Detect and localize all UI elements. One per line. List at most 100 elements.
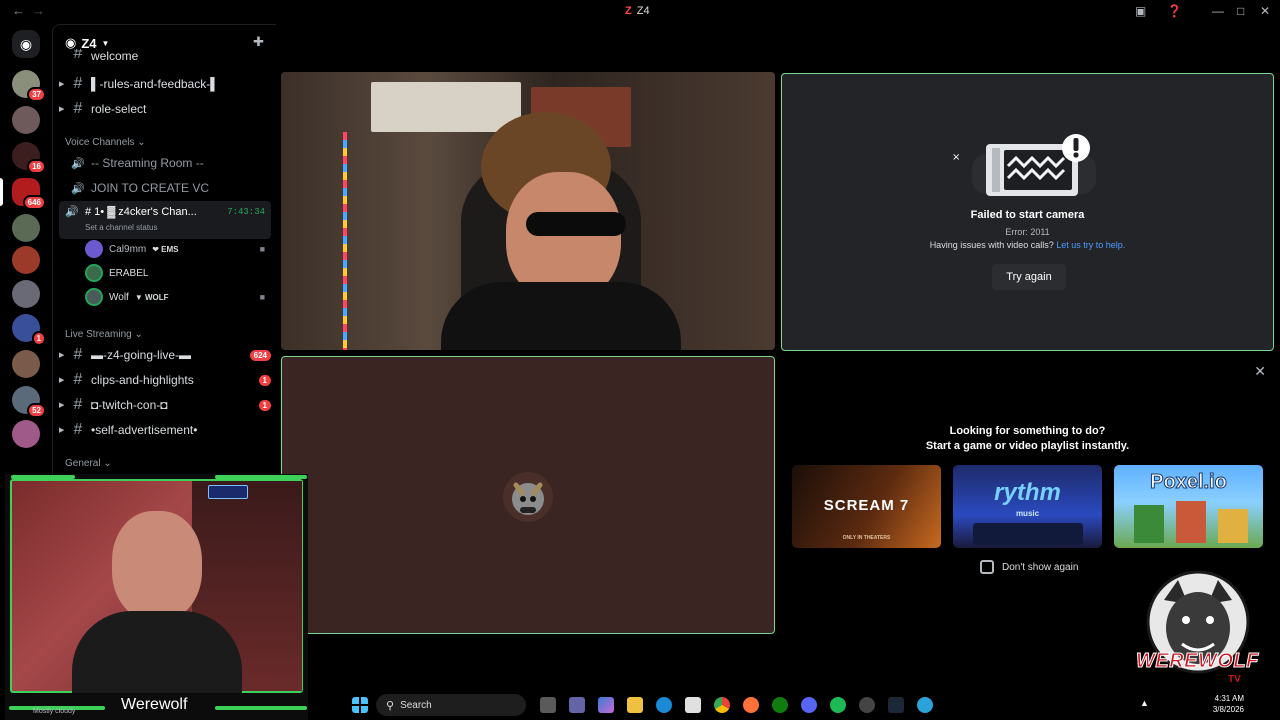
hash-icon: # (73, 49, 83, 62)
voice-channel-item[interactable]: 🔊 -- Streaming Room -- (59, 152, 271, 174)
add-member-icon[interactable]: ✚ (253, 34, 264, 50)
edge-icon[interactable] (656, 697, 672, 713)
system-clock[interactable]: 4:31 AM 3/8/2026 (1213, 693, 1244, 715)
help-text: Having issues with video calls? Let us t… (929, 240, 1126, 250)
windows-start-icon[interactable] (352, 697, 368, 713)
channel-item[interactable]: ▶ # •self-advertisement• (59, 419, 271, 441)
hash-icon: # (73, 346, 83, 363)
server-icon[interactable] (12, 214, 40, 242)
overlay-accent (215, 706, 307, 710)
string-lights (343, 132, 347, 350)
sunglasses (526, 212, 626, 236)
hash-icon: # (73, 396, 83, 413)
webcam-feed (10, 479, 303, 693)
activity-card-poxel[interactable]: Poxel.io (1114, 465, 1263, 548)
firefox-icon[interactable] (743, 697, 759, 713)
back-arrow-icon[interactable]: ← (12, 3, 25, 18)
chevron-right-icon: ▶ (59, 427, 65, 434)
category-live-streaming[interactable]: Live Streaming ⌄ (65, 329, 143, 340)
help-icon[interactable]: ❓ (1167, 4, 1182, 18)
chevron-right-icon: ▶ (59, 106, 65, 113)
steam-icon[interactable] (888, 697, 904, 713)
channel-item[interactable]: ▶ # clips-and-highlights 1 (59, 369, 271, 391)
voice-channel-item[interactable]: 🔊 JOIN TO CREATE VC (59, 177, 271, 199)
svg-text:×: × (952, 152, 960, 163)
spotify-icon[interactable] (830, 697, 846, 713)
discord-home-icon[interactable]: ◉ (12, 30, 40, 58)
maximize-button[interactable]: □ (1237, 4, 1244, 18)
try-again-button[interactable]: Try again (992, 264, 1066, 290)
windows-taskbar: ⚲ Search ▲ 4:31 AM 3/8/2026 (308, 690, 1280, 720)
channel-item[interactable]: ▶ # ▬-z4-going-live-▬ 624 (59, 344, 271, 366)
forward-arrow-icon[interactable]: → (32, 3, 45, 18)
store-icon[interactable] (685, 697, 701, 713)
server-icon-z4[interactable]: 646 (12, 178, 46, 210)
server-icon[interactable] (12, 280, 40, 308)
chevron-right-icon: ▶ (59, 352, 65, 359)
hash-icon: # (73, 371, 83, 388)
channel-item[interactable]: ▶ # role-select (59, 98, 271, 120)
chrome-icon[interactable] (714, 697, 730, 713)
server-icon[interactable] (12, 350, 40, 378)
chevron-up-icon[interactable]: ▲ (1140, 698, 1149, 708)
category-general[interactable]: General ⌄ (65, 458, 112, 469)
avatar (85, 240, 103, 258)
avatar-tile[interactable] (281, 356, 775, 634)
server-icon[interactable]: 1 (12, 314, 46, 346)
xbox-icon[interactable] (772, 697, 788, 713)
server-icon[interactable]: 16 (12, 142, 46, 174)
werewolf-brand-tv: TV (1228, 674, 1241, 685)
copilot-icon[interactable] (598, 697, 614, 713)
avatar (85, 264, 103, 282)
teams-icon[interactable] (569, 697, 585, 713)
channel-item[interactable]: # welcome (59, 49, 271, 63)
file-explorer-icon[interactable] (627, 697, 643, 713)
dont-show-checkbox[interactable] (980, 560, 994, 574)
channel-item[interactable]: ▶ # ◘-twitch-con-◘ 1 (59, 394, 271, 416)
poxel-character (1176, 501, 1206, 543)
obs-icon[interactable] (859, 697, 875, 713)
set-channel-status[interactable]: Set a channel status (85, 223, 158, 232)
channel-item[interactable]: ▶ # ▌-rules-and-feedback-▌ (59, 73, 271, 95)
hash-icon: # (73, 75, 83, 92)
hash-icon: # (73, 421, 83, 438)
close-icon[interactable]: ✕ (1254, 363, 1266, 380)
close-window-button[interactable]: ✕ (1260, 4, 1270, 18)
server-icon[interactable]: 37 (12, 70, 46, 102)
telegram-icon[interactable] (917, 697, 933, 713)
active-voice-channel[interactable]: 🔊 # 1• ▓ z4cker's Chan... 7:43:34 Set a … (59, 201, 271, 239)
on-air-sign (208, 485, 248, 499)
video-tile-participant[interactable] (281, 72, 775, 350)
dont-show-again[interactable]: Don't show again (980, 560, 1078, 574)
voice-user[interactable]: ERABEL (85, 263, 265, 283)
window-title: Z Z4 (625, 5, 650, 17)
taskbar-search[interactable]: ⚲ Search (376, 694, 526, 716)
speaker-active-icon: 🔊 (65, 206, 79, 218)
task-view-icon[interactable] (540, 697, 556, 713)
streamer-name: Werewolf (121, 696, 188, 713)
server-icon[interactable] (12, 106, 40, 134)
camera-icon: ■ (259, 244, 265, 254)
server-icon[interactable] (12, 246, 40, 274)
title-bar: ← → Z Z4 ▣ ❓ — □ ✕ (0, 0, 1280, 24)
user-avatar (503, 472, 553, 522)
help-link[interactable]: Let us try to help. (1056, 240, 1125, 250)
active-server-pill (0, 178, 3, 206)
poxel-character (1134, 505, 1164, 543)
discord-icon[interactable] (801, 697, 817, 713)
activity-card-scream[interactable]: SCREAM 7 ONLY IN THEATERS (792, 465, 941, 548)
speaker-icon: 🔊 (71, 157, 85, 170)
shirt (441, 282, 681, 350)
voice-user[interactable]: Wolf ▼ WOLF ■ (85, 287, 265, 307)
server-icon[interactable]: 52 (12, 386, 46, 418)
minimize-button[interactable]: — (1212, 4, 1224, 18)
chevron-down-icon: ▼ (101, 38, 110, 48)
voice-user[interactable]: Cal9mm ❤ EMS ■ (85, 239, 265, 259)
camera-error-tile: × Failed to start camera Error: 2011 Hav… (781, 73, 1274, 351)
werewolf-brand: WEREWOLF (1136, 650, 1259, 673)
activity-card-rythm[interactable]: rythm music (953, 465, 1102, 548)
camera-icon: ■ (259, 292, 265, 302)
category-voice[interactable]: Voice Channels ⌄ (65, 137, 146, 148)
server-icon[interactable] (12, 420, 40, 448)
inbox-icon[interactable]: ▣ (1135, 4, 1146, 18)
